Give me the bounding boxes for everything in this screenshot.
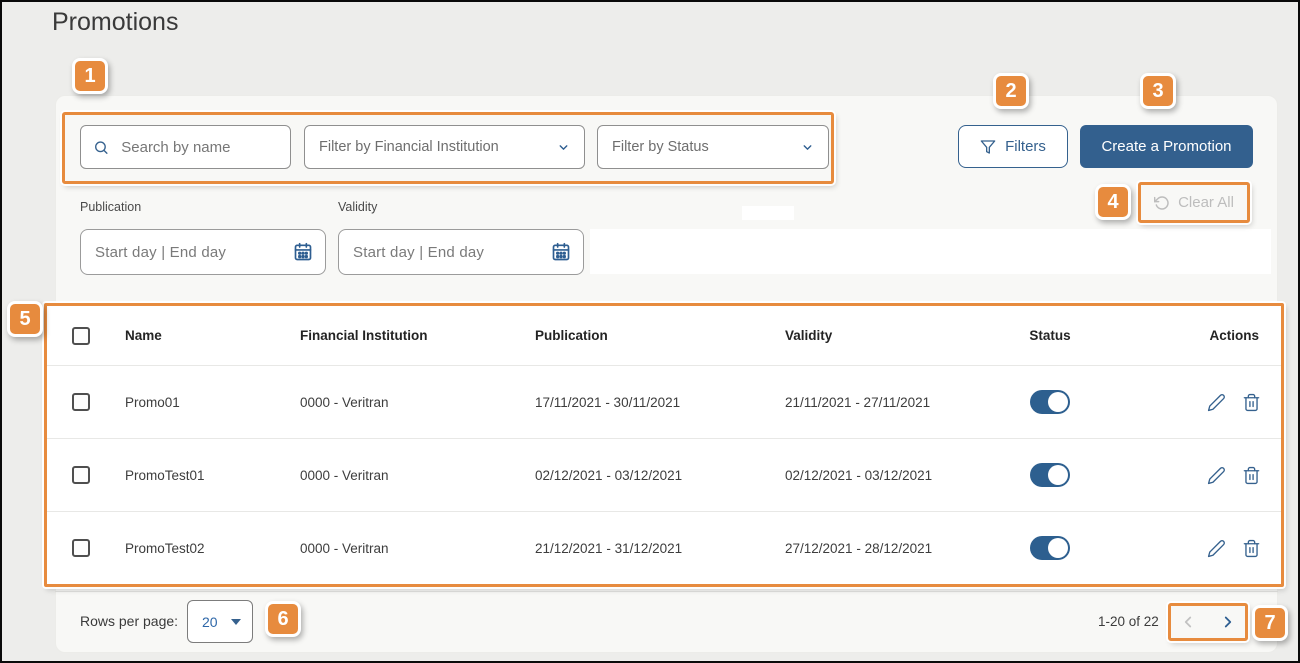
callout-badge-7: 7 xyxy=(1252,605,1288,641)
cell-financial-institution: 0000 - Veritran xyxy=(300,540,389,556)
pagination-range-text: 1-20 of 22 xyxy=(1098,614,1159,629)
delete-button[interactable] xyxy=(1242,393,1261,412)
callout-badge-2: 2 xyxy=(993,73,1029,109)
previous-page-button[interactable] xyxy=(1179,613,1197,631)
toggle-knob xyxy=(1048,465,1068,485)
chevron-down-icon xyxy=(559,144,568,150)
financial-institution-filter-select[interactable]: Filter by Financial Institution xyxy=(304,125,585,169)
table-row: PromoTest02 0000 - Veritran 21/12/2021 -… xyxy=(47,511,1281,584)
toggle-knob xyxy=(1048,392,1068,412)
select-all-checkbox[interactable] xyxy=(72,326,90,345)
white-strip-wide xyxy=(590,229,1271,274)
funnel-icon xyxy=(980,139,996,154)
cell-publication: 21/12/2021 - 31/12/2021 xyxy=(535,540,683,556)
delete-button[interactable] xyxy=(1242,466,1261,485)
cell-publication: 02/12/2021 - 03/12/2021 xyxy=(535,467,683,483)
edit-button[interactable] xyxy=(1207,466,1226,485)
pencil-icon xyxy=(1207,466,1225,484)
search-icon xyxy=(95,140,108,154)
financial-institution-filter-label: Filter by Financial Institution xyxy=(319,139,499,155)
cell-name: PromoTest02 xyxy=(125,540,205,556)
cell-validity: 27/12/2021 - 28/12/2021 xyxy=(785,540,933,556)
column-header-financial-institution: Financial Institution xyxy=(300,328,428,343)
search-field[interactable] xyxy=(80,125,291,169)
row-checkbox[interactable] xyxy=(72,539,90,557)
publication-date-range-input[interactable]: Start day | End day xyxy=(80,229,326,275)
trash-icon xyxy=(1243,466,1260,484)
white-strip-small xyxy=(742,206,794,220)
callout-badge-4: 4 xyxy=(1095,184,1131,220)
validity-filter-label: Validity xyxy=(338,200,378,214)
column-header-status: Status xyxy=(1029,328,1071,343)
search-input[interactable] xyxy=(119,137,278,157)
clear-all-label: Clear All xyxy=(1178,194,1234,211)
calendar-icon xyxy=(294,242,312,261)
callout-badge-1: 1 xyxy=(72,58,108,94)
cell-financial-institution: 0000 - Veritran xyxy=(300,467,389,483)
delete-button[interactable] xyxy=(1242,539,1261,558)
row-checkbox[interactable] xyxy=(72,466,90,484)
caret-down-icon xyxy=(231,618,241,625)
undo-icon xyxy=(1154,195,1169,210)
table-body: Promo01 0000 - Veritran 17/11/2021 - 30/… xyxy=(47,365,1281,584)
pagination-controls xyxy=(1168,603,1248,641)
publication-date-placeholder: Start day | End day xyxy=(95,243,227,261)
column-header-name: Name xyxy=(125,328,162,343)
cell-financial-institution: 0000 - Veritran xyxy=(300,394,389,410)
create-promotion-button[interactable]: Create a Promotion xyxy=(1080,125,1253,168)
clear-all-button[interactable]: Clear All xyxy=(1138,182,1250,223)
toggle-knob xyxy=(1048,538,1068,558)
edit-button[interactable] xyxy=(1207,539,1226,558)
status-toggle[interactable] xyxy=(1030,536,1070,560)
filters-button-label: Filters xyxy=(1005,138,1046,155)
table-header-row: Name Financial Institution Publication V… xyxy=(47,306,1281,365)
rows-per-page-label: Rows per page: xyxy=(80,613,179,629)
status-filter-label: Filter by Status xyxy=(612,139,709,155)
status-toggle[interactable] xyxy=(1030,390,1070,414)
row-checkbox[interactable] xyxy=(72,393,90,411)
trash-icon xyxy=(1243,393,1260,411)
filters-button[interactable]: Filters xyxy=(958,125,1068,168)
column-header-actions: Actions xyxy=(1209,328,1259,343)
next-page-button[interactable] xyxy=(1219,613,1237,631)
cell-validity: 02/12/2021 - 03/12/2021 xyxy=(785,467,933,483)
pencil-icon xyxy=(1207,539,1225,557)
callout-badge-5: 5 xyxy=(7,301,43,337)
promotions-table: Name Financial Institution Publication V… xyxy=(44,303,1284,587)
table-row: Promo01 0000 - Veritran 17/11/2021 - 30/… xyxy=(47,365,1281,438)
chevron-right-icon xyxy=(1224,616,1232,628)
callout-badge-6: 6 xyxy=(265,601,301,637)
status-toggle[interactable] xyxy=(1030,463,1070,487)
rows-per-page-select[interactable]: 20 xyxy=(187,600,253,643)
chevron-down-icon xyxy=(803,144,812,150)
cell-validity: 21/11/2021 - 27/11/2021 xyxy=(785,394,931,410)
table-row: PromoTest01 0000 - Veritran 02/12/2021 -… xyxy=(47,438,1281,511)
trash-icon xyxy=(1243,539,1260,557)
edit-button[interactable] xyxy=(1207,393,1226,412)
column-header-validity: Validity xyxy=(785,328,833,343)
callout-badge-3: 3 xyxy=(1140,73,1176,109)
create-promotion-label: Create a Promotion xyxy=(1101,138,1232,155)
rows-per-page-value: 20 xyxy=(202,613,218,630)
cell-publication: 17/11/2021 - 30/11/2021 xyxy=(535,394,681,410)
chevron-left-icon xyxy=(1184,616,1192,628)
cell-name: PromoTest01 xyxy=(125,467,205,483)
status-filter-select[interactable]: Filter by Status xyxy=(597,125,829,169)
column-header-publication: Publication xyxy=(535,328,608,343)
calendar-icon xyxy=(552,242,570,261)
publication-filter-label: Publication xyxy=(80,200,142,214)
validity-date-placeholder: Start day | End day xyxy=(353,243,485,261)
pencil-icon xyxy=(1207,393,1225,411)
page-title: Promotions xyxy=(52,8,179,36)
validity-date-range-input[interactable]: Start day | End day xyxy=(338,229,584,275)
promotions-screen: Promotions Filter by Financial Instituti… xyxy=(0,0,1300,663)
cell-name: Promo01 xyxy=(125,394,180,410)
